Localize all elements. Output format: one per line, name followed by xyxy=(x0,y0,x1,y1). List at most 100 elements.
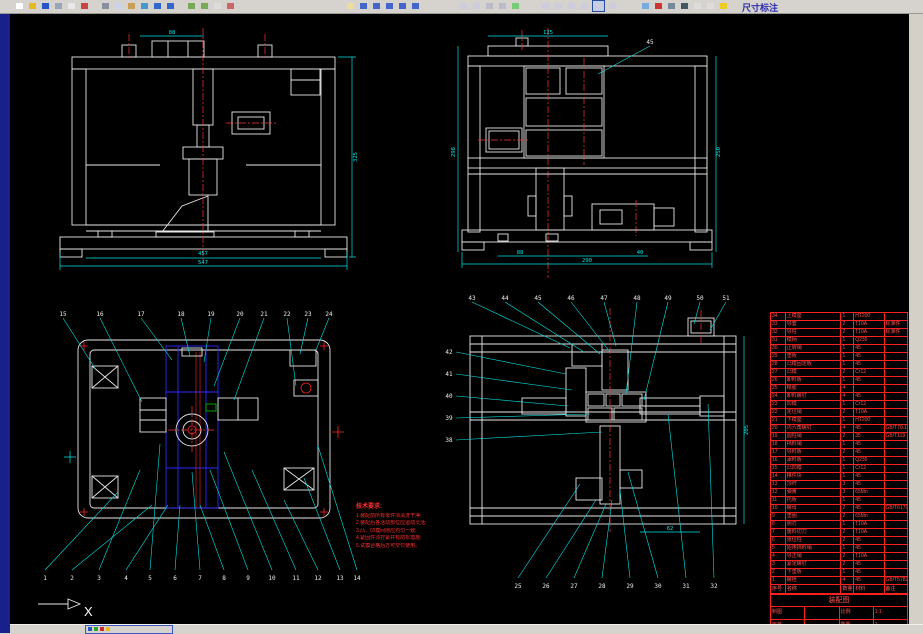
technical-notes: 技术要求: 1.装配前所有零件须清洗干净; 2.装配后各活动部位应运动灵活; 3.凸… xyxy=(356,504,444,550)
toolbar-group xyxy=(186,1,238,11)
parts-list-cell: 垫圈 xyxy=(786,513,842,520)
point-style-icon[interactable] xyxy=(212,1,223,11)
title-block-cell: 比例 xyxy=(840,607,874,619)
parts-list-cell: 凸凹模 xyxy=(786,465,842,472)
lineweight-control-icon[interactable] xyxy=(679,1,690,11)
parts-list-cell: 4 xyxy=(771,553,786,560)
parts-list-cell: 推件块 xyxy=(786,473,842,480)
tray-icon[interactable] xyxy=(100,627,104,631)
parts-list-row: 31 模柄 1 Q235 xyxy=(771,337,907,345)
paste-icon[interactable] xyxy=(126,1,137,11)
parts-list-row: 1 螺栓 4 45 GB/T5782 xyxy=(771,577,907,585)
parts-list-cell: 33 xyxy=(771,321,786,328)
spell-icon[interactable] xyxy=(79,1,90,11)
parts-list-cell: 1 xyxy=(841,337,855,344)
parts-list-cell: 15 xyxy=(771,465,786,472)
dim-linear-icon[interactable] xyxy=(540,1,551,11)
tray-icon[interactable] xyxy=(106,627,110,631)
parts-list-cell xyxy=(885,521,907,528)
properties-icon[interactable] xyxy=(640,1,651,11)
parts-list-cell: 2 xyxy=(841,505,855,512)
parts-list-cell: 2 xyxy=(841,561,855,568)
linetype-control-icon[interactable] xyxy=(666,1,677,11)
undo-icon[interactable] xyxy=(152,1,163,11)
parts-list-cell: 5 xyxy=(771,545,786,552)
parts-list-cell: 3 xyxy=(841,489,855,496)
open-icon[interactable] xyxy=(27,1,38,11)
copy-icon[interactable] xyxy=(113,1,124,11)
toolbar-group xyxy=(345,1,423,11)
tray-icon[interactable] xyxy=(88,627,92,631)
parts-list-cell xyxy=(885,529,907,536)
redo-icon[interactable] xyxy=(165,1,176,11)
left-dock-strip xyxy=(0,0,10,633)
parts-list-cell: HT200 xyxy=(854,313,885,320)
help-icon[interactable] xyxy=(718,1,729,11)
table-icon[interactable] xyxy=(705,1,716,11)
parts-list-cell: 1 xyxy=(841,345,855,352)
tray-icon[interactable] xyxy=(94,627,98,631)
new-icon[interactable] xyxy=(14,1,25,11)
zoom-previous-icon[interactable] xyxy=(384,1,395,11)
status-bar xyxy=(10,624,923,634)
dim-radius-icon[interactable] xyxy=(566,1,577,11)
zoom-window-icon[interactable] xyxy=(371,1,382,11)
parts-list-cell: 托板 xyxy=(786,497,842,504)
match-properties-icon[interactable] xyxy=(139,1,150,11)
redraw-icon[interactable] xyxy=(458,1,469,11)
parts-list-cell: 限位柱 xyxy=(786,537,842,544)
parts-list-cell xyxy=(885,465,907,472)
dim-style-icon[interactable] xyxy=(607,1,618,11)
dim-aligned-icon[interactable] xyxy=(553,1,564,11)
save-icon[interactable] xyxy=(40,1,51,11)
parts-list-cell: 10 xyxy=(771,505,786,512)
make-block-icon[interactable] xyxy=(199,1,210,11)
parts-list-cell: 2 xyxy=(771,569,786,576)
parts-list-cell: 2 xyxy=(841,433,855,440)
parts-list-row: 13 顶杆 3 45 xyxy=(771,481,907,489)
parts-list-cell: 65Mn xyxy=(854,489,885,496)
parts-list-cell: 上模座 xyxy=(786,313,842,320)
parts-list-cell: 19 xyxy=(771,433,786,440)
zoom-realtime-icon[interactable] xyxy=(358,1,369,11)
parts-list-row: 7 废料切刀 2 T10A xyxy=(771,529,907,537)
parts-list-cell: GB/T6170 xyxy=(885,505,907,511)
parts-list-cell: 45 xyxy=(854,345,885,352)
parts-list-cell: 1 xyxy=(841,545,855,552)
parts-list-cell: 止转销 xyxy=(786,345,842,352)
parts-list-cell: 14 xyxy=(771,473,786,480)
color-control-icon[interactable] xyxy=(653,1,664,11)
print-icon[interactable] xyxy=(53,1,64,11)
zoom-in-icon[interactable] xyxy=(397,1,408,11)
parts-list-cell: 29 xyxy=(771,353,786,360)
parts-list-cell: 17 xyxy=(771,449,786,456)
cut-icon[interactable] xyxy=(100,1,111,11)
parts-list-cell: 35 xyxy=(854,433,885,440)
parts-list-cell: 始用挡料销 xyxy=(786,545,842,552)
dim-edit-icon[interactable] xyxy=(592,0,605,12)
layer-states-icon[interactable] xyxy=(497,1,508,11)
parts-list-cell xyxy=(885,513,907,520)
print-preview-icon[interactable] xyxy=(66,1,77,11)
parts-list-cell: 卸料螺钉 xyxy=(786,393,842,400)
parts-list-cell: 1 xyxy=(841,361,855,368)
osnap-icon[interactable] xyxy=(510,1,521,11)
dim-angular-icon[interactable] xyxy=(579,1,590,11)
parts-list-cell: 导料板 xyxy=(786,449,842,456)
parts-list-cell: 导柱 xyxy=(786,329,842,336)
parts-list-row: 19 圆柱销 2 35 GB/T119 xyxy=(771,433,907,441)
parts-list-row: 29 垫板 1 45 xyxy=(771,353,907,361)
zoom-out-icon[interactable] xyxy=(410,1,421,11)
parts-list-cell: 挡料销 xyxy=(786,441,842,448)
parts-list-cell: 30 xyxy=(771,345,786,352)
parts-list-cell: 下垫板 xyxy=(786,569,842,576)
parts-list-row: 24 卸料螺钉 4 45 xyxy=(771,393,907,401)
text-style-icon[interactable] xyxy=(692,1,703,11)
layers-icon[interactable] xyxy=(484,1,495,11)
parts-list-cell: GB/T70.1 xyxy=(885,425,907,431)
parts-list-cell: Cr12 xyxy=(854,401,885,408)
hatch-icon[interactable] xyxy=(225,1,236,11)
pan-icon[interactable] xyxy=(345,1,356,11)
insert-block-icon[interactable] xyxy=(186,1,197,11)
regen-icon[interactable] xyxy=(471,1,482,11)
